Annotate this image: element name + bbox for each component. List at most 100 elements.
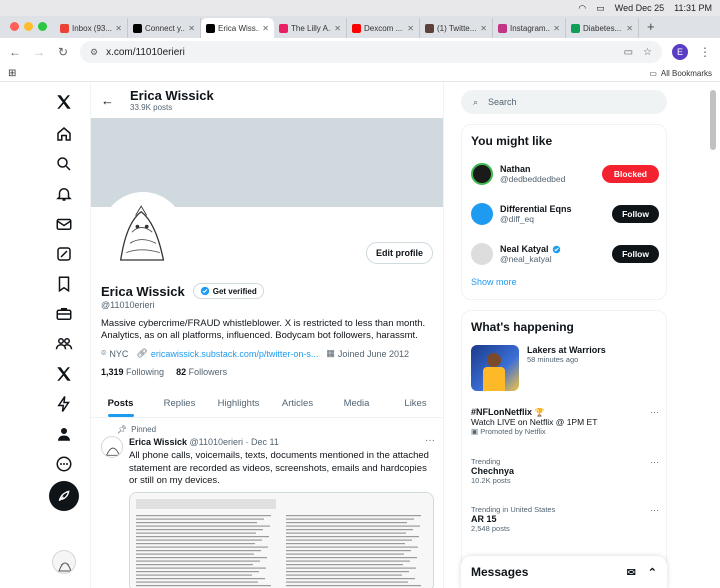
suggestion-row[interactable]: Neal Katyal @neal_katyal Follow bbox=[471, 239, 659, 269]
system-time: 11:31 PM bbox=[674, 3, 712, 13]
notifications-bell-icon[interactable] bbox=[52, 182, 76, 206]
compose-post-button[interactable] bbox=[49, 481, 79, 511]
post-author-avatar[interactable] bbox=[101, 436, 123, 458]
messages-envelope-icon[interactable] bbox=[52, 212, 76, 236]
wifi-icon[interactable]: ◠ bbox=[578, 3, 586, 14]
edit-profile-button[interactable]: Edit profile bbox=[366, 242, 433, 264]
tab-highlights[interactable]: Highlights bbox=[209, 390, 268, 417]
profile-column: ← Erica Wissick 33.9K posts Edit profile… bbox=[90, 82, 444, 588]
browser-tab[interactable]: Connect y... ✕ bbox=[128, 18, 201, 38]
jobs-briefcase-icon[interactable] bbox=[52, 302, 76, 326]
suggestion-row[interactable]: Nathan @dedbeddedbed Blocked bbox=[471, 159, 659, 189]
page-scrollbar[interactable] bbox=[710, 90, 716, 150]
profile-bio: Massive cybercrime/FRAUD whistleblower. … bbox=[101, 318, 426, 341]
bookmark-star-icon[interactable]: ☆ bbox=[643, 47, 652, 58]
communities-icon[interactable] bbox=[52, 332, 76, 356]
profile-avatar-image[interactable] bbox=[101, 192, 185, 276]
promoted-trend[interactable]: #NFLonNetflix 🏆 Watch LIVE on Netflix @ … bbox=[471, 407, 659, 436]
trend-item[interactable]: Trending Chechnya 10.2K posts ··· bbox=[471, 457, 659, 485]
browser-tab[interactable]: Dexcom ... ✕ bbox=[347, 18, 420, 38]
suggestion-row[interactable]: Differential Eqns @diff_eq Follow bbox=[471, 199, 659, 229]
suggestion-avatar[interactable] bbox=[471, 203, 493, 225]
x-logo-icon[interactable] bbox=[52, 90, 76, 114]
tab-close-icon[interactable]: ✕ bbox=[334, 24, 341, 33]
tab-articles[interactable]: Articles bbox=[268, 390, 327, 417]
profile-link[interactable]: ericawissick.substack.com/p/twitter-on-s… bbox=[151, 349, 319, 359]
browser-tab[interactable]: Instagram... ✕ bbox=[493, 18, 566, 38]
following-link[interactable]: 1,319 Following bbox=[101, 367, 164, 377]
home-icon[interactable] bbox=[52, 122, 76, 146]
browser-tab[interactable]: (1) Twitte... ✕ bbox=[420, 18, 493, 38]
tab-close-icon[interactable]: ✕ bbox=[553, 24, 560, 33]
follow-button[interactable]: Follow bbox=[612, 245, 659, 263]
post-more-icon[interactable]: ··· bbox=[425, 435, 435, 446]
suggestion-avatar[interactable] bbox=[471, 163, 493, 185]
tab-media[interactable]: Media bbox=[327, 390, 386, 417]
show-more-link[interactable]: Show more bbox=[471, 277, 517, 287]
trend-item[interactable]: Trending in United States AR 15 2,548 post… bbox=[471, 505, 659, 533]
browser-tab[interactable]: Inbox (93... ✕ bbox=[55, 18, 128, 38]
grok-icon[interactable] bbox=[52, 242, 76, 266]
zoom-window-button[interactable] bbox=[38, 22, 47, 31]
tab-replies[interactable]: Replies bbox=[150, 390, 209, 417]
close-window-button[interactable] bbox=[10, 22, 19, 31]
bookmarks-icon[interactable] bbox=[52, 272, 76, 296]
url-text[interactable]: x.com/11010erieri bbox=[106, 47, 185, 58]
profile-person-icon[interactable] bbox=[52, 422, 76, 446]
post-text: All phone calls, voicemails, texts, docu… bbox=[129, 450, 429, 486]
followers-link[interactable]: 82 Followers bbox=[176, 367, 227, 377]
new-message-icon[interactable]: ✉︎ bbox=[627, 566, 636, 579]
more-circle-icon[interactable] bbox=[52, 452, 76, 476]
browser-tab[interactable]: The Lilly A... ✕ bbox=[274, 18, 347, 38]
tab-close-icon[interactable]: ✕ bbox=[626, 24, 633, 33]
browser-tab[interactable]: Erica Wiss... ✕ bbox=[201, 18, 274, 38]
trend-more-icon[interactable]: ··· bbox=[650, 457, 659, 467]
site-settings-icon[interactable]: ⚙ bbox=[90, 47, 98, 58]
pinned-post[interactable]: 📌︎ Pinned Erica Wissick @11010erieri · D… bbox=[91, 420, 443, 588]
apps-grid-icon[interactable]: ⊞ bbox=[8, 68, 16, 79]
all-bookmarks-folder[interactable]: ▭ All Bookmarks bbox=[649, 69, 712, 78]
browser-menu-icon[interactable]: ⋮ bbox=[698, 45, 712, 59]
tab-likes[interactable]: Likes bbox=[386, 390, 443, 417]
battery-icon[interactable]: ▭ bbox=[596, 3, 605, 14]
expand-chevron-icon[interactable]: ⌃ bbox=[648, 566, 657, 579]
system-date: Wed Dec 25 bbox=[614, 3, 665, 13]
explore-search-icon[interactable] bbox=[52, 152, 76, 176]
featured-trend[interactable]: Lakers at Warriors 58 minutes ago bbox=[471, 345, 659, 393]
follow-button[interactable]: Follow bbox=[612, 205, 659, 223]
suggestion-avatar[interactable] bbox=[471, 243, 493, 265]
profile-avatar[interactable]: E bbox=[672, 44, 688, 60]
tab-close-icon[interactable]: ✕ bbox=[262, 24, 269, 33]
search-input[interactable]: ⌕ Search bbox=[461, 90, 667, 114]
tab-posts[interactable]: Posts bbox=[91, 390, 150, 417]
post-author-name[interactable]: Erica Wissick bbox=[129, 437, 187, 447]
address-bar[interactable]: ⚙ x.com/11010erieri ▭ ☆ bbox=[80, 41, 662, 63]
tab-close-icon[interactable]: ✕ bbox=[188, 24, 195, 33]
suggestion-handle: @neal_katyal bbox=[500, 254, 552, 264]
post-attached-document-image[interactable] bbox=[129, 492, 434, 588]
account-avatar[interactable] bbox=[52, 550, 76, 574]
trend-more-icon[interactable]: ··· bbox=[650, 407, 659, 417]
verified-badge-icon bbox=[552, 245, 560, 253]
trend-more-icon[interactable]: ··· bbox=[650, 505, 659, 515]
verified-orgs-lightning-icon[interactable] bbox=[52, 392, 76, 416]
tab-close-icon[interactable]: ✕ bbox=[115, 24, 122, 33]
premium-x-icon[interactable] bbox=[52, 362, 76, 386]
messages-drawer[interactable]: Messages ✉︎ ⌃ bbox=[461, 556, 667, 588]
forward-arrow-icon[interactable]: → bbox=[32, 45, 46, 59]
tab-close-icon[interactable]: ✕ bbox=[480, 24, 487, 33]
back-arrow-icon[interactable]: ← bbox=[101, 93, 114, 108]
new-tab-button[interactable]: + bbox=[639, 19, 663, 38]
blocked-button[interactable]: Blocked bbox=[601, 165, 659, 183]
feather-icon bbox=[58, 490, 70, 502]
tab-close-icon[interactable]: ✕ bbox=[407, 24, 414, 33]
browser-tab[interactable]: Diabetes... ✕ bbox=[566, 18, 639, 38]
reload-icon[interactable]: ↻ bbox=[56, 45, 70, 59]
back-arrow-icon[interactable]: ← bbox=[8, 45, 22, 59]
cast-icon[interactable]: ▭ bbox=[624, 47, 633, 58]
suggestion-name: Differential Eqns bbox=[500, 204, 572, 214]
promoted-trend-line: Watch LIVE on Netflix @ 1PM ET bbox=[471, 417, 598, 427]
minimize-window-button[interactable] bbox=[24, 22, 33, 31]
suggestion-handle: @dedbeddedbed bbox=[500, 174, 566, 184]
get-verified-button[interactable]: Get verified bbox=[192, 283, 264, 299]
